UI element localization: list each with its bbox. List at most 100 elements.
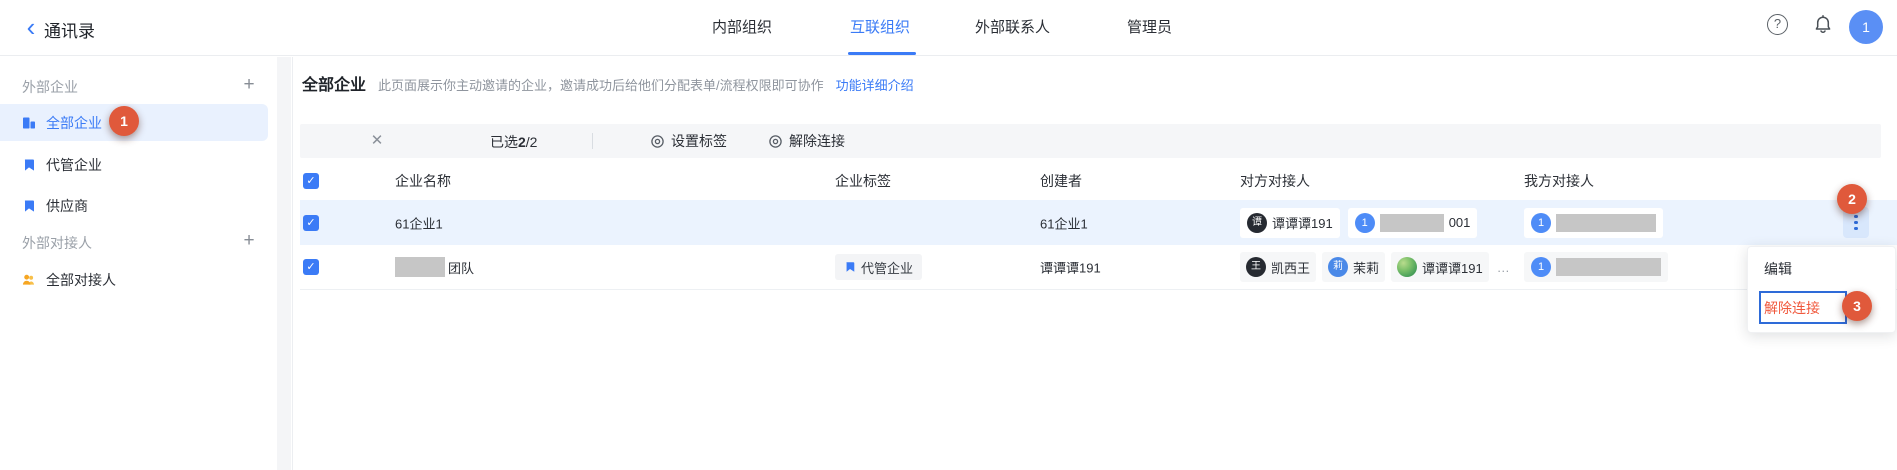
redacted-text <box>1380 214 1444 232</box>
tab-admin[interactable]: 管理员 <box>1127 0 1172 55</box>
tag-target-icon <box>650 134 665 149</box>
row-checkbox-wrap: ✓ <box>303 215 319 231</box>
user-avatar[interactable]: 1 <box>1849 10 1883 44</box>
their-contact-cell: 谭 谭谭谭191 1 001 <box>1240 208 1477 238</box>
account-chip: 1 001 <box>1348 208 1478 238</box>
company-name-cell: 团队 <box>395 257 474 277</box>
contact-chip: 莉 茉莉 <box>1322 252 1385 282</box>
col-company-tag: 企业标签 <box>835 162 891 200</box>
selected-count-label: 已选2/2 <box>490 132 537 152</box>
tutorial-step-badge-1: 1 <box>109 106 139 136</box>
company-building-icon <box>22 116 36 130</box>
selection-toolbar: ✕ 已选2/2 设置标签 解除连接 <box>300 124 1881 158</box>
sidebar: 外部企业 + 全部企业 代管企业 <box>0 57 293 470</box>
tutorial-step-badge-3: 3 <box>1842 291 1872 321</box>
content-header: 全部企业 此页面展示你主动邀请的企业，邀请成功后给他们分配表单/流程权限即可协作… <box>302 71 914 95</box>
company-name-cell: 61企业1 <box>395 213 443 232</box>
col-company-name: 企业名称 <box>395 162 451 200</box>
company-tag-cell: 代管企业 <box>835 254 922 280</box>
creator-cell: 61企业1 <box>1040 213 1088 232</box>
company-name-suffix: 团队 <box>448 258 474 277</box>
add-external-contact-button[interactable]: + <box>238 231 260 253</box>
contact-chip: 王 凯西王 <box>1240 252 1316 282</box>
contact-name: 茉莉 <box>1353 258 1379 277</box>
back-icon[interactable]: ‹ <box>18 14 44 42</box>
globe-avatar <box>1397 257 1417 277</box>
toolbar-divider <box>592 133 593 149</box>
select-all-checkbox[interactable]: ✓ <box>303 173 319 189</box>
clear-selection-icon[interactable]: ✕ <box>366 131 388 151</box>
contact-chip: 谭 谭谭谭191 <box>1240 208 1340 238</box>
contact-avatar: 王 <box>1246 257 1266 277</box>
feature-detail-link[interactable]: 功能详细介绍 <box>836 75 914 94</box>
sidebar-item-label: 全部对接人 <box>46 270 116 290</box>
contact-chip: 1 <box>1524 208 1663 238</box>
creator-cell: 谭谭谭191 <box>1040 258 1101 277</box>
our-contact-cell: 1 <box>1524 208 1663 238</box>
contact-chip: 1 <box>1524 252 1668 282</box>
sidebar-item-suppliers[interactable]: 供应商 <box>0 188 268 224</box>
contact-avatar: 莉 <box>1328 257 1348 277</box>
bookmark-icon <box>22 199 36 213</box>
tab-internal-org[interactable]: 内部组织 <box>712 0 772 55</box>
disconnect-target-icon <box>768 134 783 149</box>
sidebar-item-label: 供应商 <box>46 196 88 216</box>
contact-name: 谭谭谭191 <box>1422 258 1483 277</box>
tag-chip: 代管企业 <box>835 254 922 280</box>
tab-connected-org[interactable]: 互联组织 <box>850 0 910 55</box>
selected-total: /2 <box>526 134 538 150</box>
add-external-company-button[interactable]: + <box>238 75 260 97</box>
row-checkbox-wrap: ✓ <box>303 259 319 275</box>
menu-item-edit[interactable]: 编辑 <box>1764 259 1792 279</box>
notification-bell-icon[interactable] <box>1812 14 1834 36</box>
tutorial-step-badge-2: 2 <box>1837 184 1867 214</box>
row-context-menu: 编辑 解除连接 <box>1747 246 1896 333</box>
active-tab-underline <box>848 52 916 55</box>
col-creator: 创建者 <box>1040 162 1082 200</box>
table-row[interactable]: ✓ 团队 代管企业 谭谭谭191 王 凯西王 莉 茉莉 <box>300 245 1897 290</box>
tab-external-contacts[interactable]: 外部联系人 <box>975 0 1050 55</box>
bookmark-icon <box>22 158 36 172</box>
bookmark-icon <box>844 261 856 273</box>
row-checkbox[interactable]: ✓ <box>303 259 319 275</box>
account-suffix: 001 <box>1449 215 1471 230</box>
sidebar-item-label: 代管企业 <box>46 155 102 175</box>
set-tag-label: 设置标签 <box>671 131 727 151</box>
count-badge: 1 <box>1531 257 1551 277</box>
contact-chip: 谭谭谭191 <box>1391 252 1489 282</box>
count-badge: 1 <box>1531 213 1551 233</box>
content-description: 此页面展示你主动邀请的企业，邀请成功后给他们分配表单/流程权限即可协作 <box>378 75 824 94</box>
people-icon <box>22 273 36 287</box>
selected-count: 2 <box>518 134 526 150</box>
disconnect-button[interactable]: 解除连接 <box>768 124 845 158</box>
our-contact-cell: 1 <box>1524 252 1668 282</box>
sidebar-item-all-contacts[interactable]: 全部对接人 <box>0 262 268 298</box>
top-header: ‹ 通讯录 内部组织 互联组织 外部联系人 管理员 ? 1 <box>0 0 1897 56</box>
section-title-external-contacts: 外部对接人 <box>22 233 92 253</box>
sidebar-scrollbar[interactable] <box>277 57 291 470</box>
col-our-contact: 我方对接人 <box>1524 162 1594 200</box>
help-icon[interactable]: ? <box>1767 14 1788 35</box>
sidebar-item-label: 全部企业 <box>46 113 102 133</box>
disconnect-label: 解除连接 <box>789 131 845 151</box>
section-title-external-companies: 外部企业 <box>22 77 78 97</box>
set-tag-button[interactable]: 设置标签 <box>650 124 727 158</box>
contact-name: 凯西王 <box>1271 258 1310 277</box>
tag-label: 代管企业 <box>861 258 913 277</box>
content-title: 全部企业 <box>302 71 366 95</box>
redacted-text <box>1556 258 1661 276</box>
contact-avatar: 谭 <box>1247 213 1267 233</box>
table-header: ✓ 企业名称 企业标签 创建者 对方对接人 我方对接人 <box>300 162 1897 200</box>
contacts-overflow-ellipsis: … <box>1497 260 1510 275</box>
redacted-text <box>1556 214 1656 232</box>
sidebar-item-managed-companies[interactable]: 代管企业 <box>0 147 268 183</box>
menu-item-disconnect[interactable]: 解除连接 <box>1759 291 1847 324</box>
selected-prefix: 已选 <box>490 134 518 150</box>
row-checkbox[interactable]: ✓ <box>303 215 319 231</box>
table-row[interactable]: ✓ 61企业1 61企业1 谭 谭谭谭191 1 001 1 <box>300 200 1897 245</box>
count-badge: 1 <box>1355 213 1375 233</box>
col-their-contact: 对方对接人 <box>1240 162 1310 200</box>
app-window: ‹ 通讯录 内部组织 互联组织 外部联系人 管理员 ? 1 外部企业 + <box>0 0 1897 470</box>
contact-name: 谭谭谭191 <box>1272 213 1333 232</box>
their-contact-cell: 王 凯西王 莉 茉莉 谭谭谭191 … <box>1240 252 1510 282</box>
